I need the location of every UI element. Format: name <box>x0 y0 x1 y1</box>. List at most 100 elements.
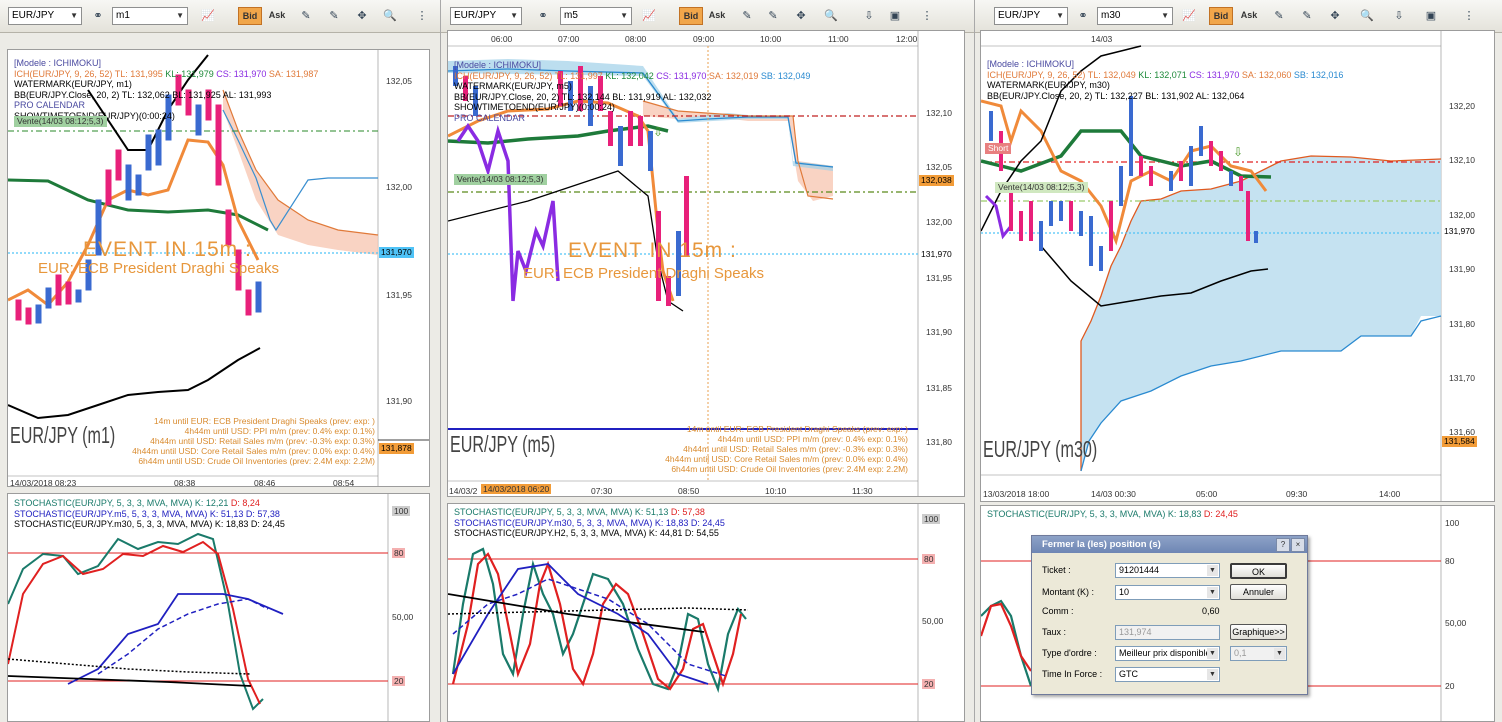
draw-tool-icon[interactable]: ✎ <box>763 7 783 25</box>
event-banner: EVENT IN 15m : <box>568 239 737 263</box>
stoch-axis-label: 50,00 <box>392 612 414 622</box>
y-axis-label: 132,05 <box>926 162 952 172</box>
bid-button[interactable]: Bid <box>679 7 703 25</box>
ask-button[interactable]: Ask <box>265 7 289 25</box>
legend-text: SHOWTIMETOEND(EUR/JPY)(0:00:24) <box>454 102 615 112</box>
zoom-icon[interactable]: 🔍 <box>821 7 841 25</box>
timeframe-select[interactable]: m5 ▼ <box>560 7 632 25</box>
zoom-icon[interactable]: 🔍 <box>380 7 400 25</box>
y-axis-label: 131,90 <box>926 327 952 337</box>
stoch-legend-line: STOCHASTIC(EUR/JPY.m30, 5, 3, 3, MVA, MV… <box>14 519 285 530</box>
legend-text: CS: 131,970 <box>213 68 267 79</box>
rate-field: 131,974 <box>1115 625 1220 640</box>
crosshair-icon[interactable]: ✥ <box>1325 7 1345 25</box>
legend-text: WATERMARK(EUR/JPY, m30) <box>987 80 1110 90</box>
legend-text: KL: 132,042 <box>602 70 654 81</box>
chevron-down-icon: ▼ <box>620 11 628 20</box>
watermark: EUR/JPY (m30) <box>983 436 1098 462</box>
screenshot-icon[interactable]: ⇩ <box>1389 7 1409 25</box>
stoch-legend-text: STOCHASTIC(EUR/JPY.m30, 5, 3, 3, MVA, MV… <box>14 519 285 529</box>
legend-line: ICH(EUR/JPY, 9, 26, 52) TL: 132,049 KL: … <box>987 70 1343 81</box>
draw-tool-icon[interactable]: ✎ <box>324 7 344 25</box>
chevron-down-icon: ▼ <box>176 11 184 20</box>
legend-text: SA: 131,987 <box>266 68 319 79</box>
amount-value: 10 <box>1119 587 1130 597</box>
signal-badge: Vente(14/03 08:12;5,3) <box>995 182 1088 193</box>
symbol-label: EUR/JPY <box>12 10 55 21</box>
chart-type-icon[interactable]: 📈 <box>639 7 659 25</box>
symbol-label: EUR/JPY <box>454 10 497 21</box>
stochastic-chart[interactable]: STOCHASTIC(EUR/JPY, 5, 3, 3, MVA, MVA) K… <box>447 503 965 722</box>
legend-line: WATERMARK(EUR/JPY, m30) <box>987 80 1343 91</box>
event-title: EVENT IN 15m : <box>568 239 737 262</box>
amount-select[interactable]: 10 ▼ <box>1115 585 1220 600</box>
symbol-select[interactable]: EUR/JPY ▼ <box>994 7 1068 25</box>
draw-tool-icon[interactable]: ✎ <box>1297 7 1317 25</box>
screenshot-icon[interactable]: ⇩ <box>859 7 879 25</box>
price-chart[interactable]: 06:00 07:00 08:00 09:00 10:00 11:00 12:0… <box>447 30 965 497</box>
cancel-button[interactable]: Annuler <box>1230 584 1287 600</box>
image-icon[interactable]: ▣ <box>885 7 905 25</box>
order-type-select[interactable]: Meilleur prix disponible ▼ <box>1115 646 1220 661</box>
ask-button[interactable]: Ask <box>1237 7 1261 25</box>
calendar-news: 14m until EUR: ECB President Draghi Spea… <box>132 416 375 466</box>
ticket-value: 91201444 <box>1119 565 1160 575</box>
legend-text: ICH(EUR/JPY, 9, 26, 52) TL: 131,997 <box>454 70 603 81</box>
graph-button[interactable]: Graphique>> <box>1230 624 1287 640</box>
symbol-select[interactable]: EUR/JPY ▼ <box>450 7 522 25</box>
indicator-legend: [Modele : ICHIMOKU] ICH(EUR/JPY, 9, 26, 5… <box>987 59 1343 101</box>
bid-button[interactable]: Bid <box>238 7 262 25</box>
x-axis-label: 08:50 <box>678 486 700 496</box>
link-icon[interactable]: ⚭ <box>533 7 553 25</box>
bid-button[interactable]: Bid <box>1209 7 1233 25</box>
rate-label: Taux : <box>1042 627 1067 637</box>
draw-tool-icon[interactable]: ✎ <box>737 7 757 25</box>
image-icon[interactable]: ▣ <box>1421 7 1441 25</box>
zoom-icon[interactable]: 🔍 <box>1357 7 1377 25</box>
ask-button[interactable]: Ask <box>705 7 729 25</box>
chart-type-icon[interactable]: 📈 <box>1179 7 1199 25</box>
legend-line: WATERMARK(EUR/JPY, m1) <box>14 79 318 90</box>
chevron-down-icon: ▼ <box>1056 11 1064 20</box>
watermark: EUR/JPY (m1) <box>10 422 116 448</box>
y-axis-label: 131,70 <box>1449 373 1475 383</box>
help-button[interactable]: ? <box>1276 538 1290 552</box>
stoch-legend-text: D: 57,38 <box>668 507 705 517</box>
price-chart[interactable]: 14/03 ⇩ [Modele: ICHIMOKU] ICH(EUR/JPY,… <box>980 30 1495 502</box>
draw-tool-icon[interactable]: ✎ <box>1269 7 1289 25</box>
stoch-legend-text: STOCHASTIC(EUR/JPY.H2, 5, 3, 3, MVA, MVA… <box>454 528 719 538</box>
y-axis-label: 131,90 <box>386 396 412 406</box>
legend-text: SB: 132,016 <box>1291 69 1344 80</box>
timeframe-select[interactable]: m30 ▼ <box>1097 7 1173 25</box>
link-icon[interactable]: ⚭ <box>88 7 108 25</box>
stoch-axis-label: 50,00 <box>1445 618 1467 628</box>
chevron-down-icon: ▼ <box>1274 648 1285 659</box>
more-icon[interactable]: ⋮ <box>1459 7 1479 25</box>
ticket-select[interactable]: 91201444 ▼ <box>1115 563 1220 578</box>
close-button[interactable]: × <box>1291 538 1305 552</box>
toolbar: EUR/JPY ▼ ⚭ m30 ▼ 📈 Bid Ask ✎ ✎ ✥ 🔍 ⇩ ▣ ⋮ <box>975 0 1502 33</box>
stoch-legend-line: STOCHASTIC(EUR/JPY, 5, 3, 3, MVA, MVA) K… <box>454 507 725 518</box>
chart-type-icon[interactable]: 📈 <box>198 7 218 25</box>
news-item: 4h44m until USD: Core Retail Sales m/m (… <box>132 446 375 456</box>
time-in-force-select[interactable]: GTC ▼ <box>1115 667 1220 682</box>
ok-button[interactable]: OK <box>1230 563 1287 579</box>
event-title: EVENT IN 15m : <box>83 238 252 261</box>
link-icon[interactable]: ⚭ <box>1073 7 1093 25</box>
chevron-down-icon: ▼ <box>1207 587 1218 598</box>
price-tag: 131,584 <box>1442 436 1477 447</box>
stochastic-chart[interactable]: STOCHASTIC(EUR/JPY, 5, 3, 3, MVA, MVA) K… <box>7 493 430 722</box>
stoch-legend-text: STOCHASTIC(EUR/JPY, 5, 3, 3, MVA, MVA) K… <box>454 507 669 517</box>
more-icon[interactable]: ⋮ <box>412 7 432 25</box>
legend-text: PRO CALENDAR <box>454 112 526 123</box>
price-chart[interactable]: [Modele : ICHIMOKU] ICH(EUR/JPY, 9, 26, 5… <box>7 49 430 487</box>
crosshair-icon[interactable]: ✥ <box>791 7 811 25</box>
x-axis-cursor-label: 14/03/2018 06:20 <box>481 484 552 494</box>
signal-badge: Vente(14/03 08:12;5,3) <box>454 174 547 185</box>
crosshair-icon[interactable]: ✥ <box>352 7 372 25</box>
timeframe-select[interactable]: m1 ▼ <box>112 7 188 25</box>
more-icon[interactable]: ⋮ <box>917 7 937 25</box>
draw-tool-icon[interactable]: ✎ <box>296 7 316 25</box>
legend-line: ICH(EUR/JPY, 9, 26, 52) TL: 131,995 KL: … <box>14 69 318 80</box>
symbol-select[interactable]: EUR/JPY ▼ <box>8 7 82 25</box>
